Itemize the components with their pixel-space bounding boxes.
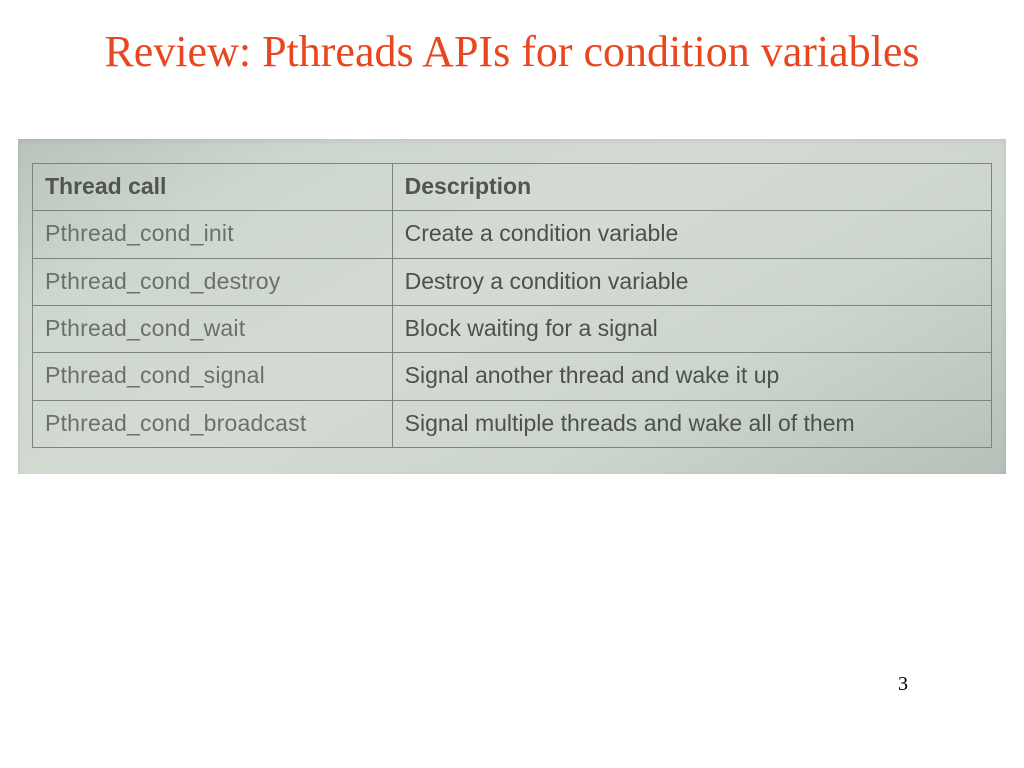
cell-desc: Create a condition variable (392, 211, 991, 258)
table-row: Pthread_cond_broadcast Signal multiple t… (33, 400, 992, 447)
table-header-row: Thread call Description (33, 164, 992, 211)
header-description: Description (392, 164, 991, 211)
page-number: 3 (898, 673, 908, 696)
table-row: Pthread_cond_init Create a condition var… (33, 211, 992, 258)
cell-call: Pthread_cond_broadcast (33, 400, 393, 447)
cell-call: Pthread_cond_signal (33, 353, 393, 400)
table-row: Pthread_cond_signal Signal another threa… (33, 353, 992, 400)
cell-desc: Block waiting for a signal (392, 306, 991, 353)
cell-desc: Destroy a condition variable (392, 258, 991, 305)
cell-call: Pthread_cond_wait (33, 306, 393, 353)
cell-call: Pthread_cond_destroy (33, 258, 393, 305)
slide-title: Review: Pthreads APIs for condition vari… (0, 0, 1024, 79)
api-table-container: Thread call Description Pthread_cond_ini… (18, 139, 1006, 474)
table-row: Pthread_cond_destroy Destroy a condition… (33, 258, 992, 305)
header-thread-call: Thread call (33, 164, 393, 211)
cell-call: Pthread_cond_init (33, 211, 393, 258)
table-row: Pthread_cond_wait Block waiting for a si… (33, 306, 992, 353)
cell-desc: Signal multiple threads and wake all of … (392, 400, 991, 447)
api-table: Thread call Description Pthread_cond_ini… (32, 163, 992, 448)
cell-desc: Signal another thread and wake it up (392, 353, 991, 400)
